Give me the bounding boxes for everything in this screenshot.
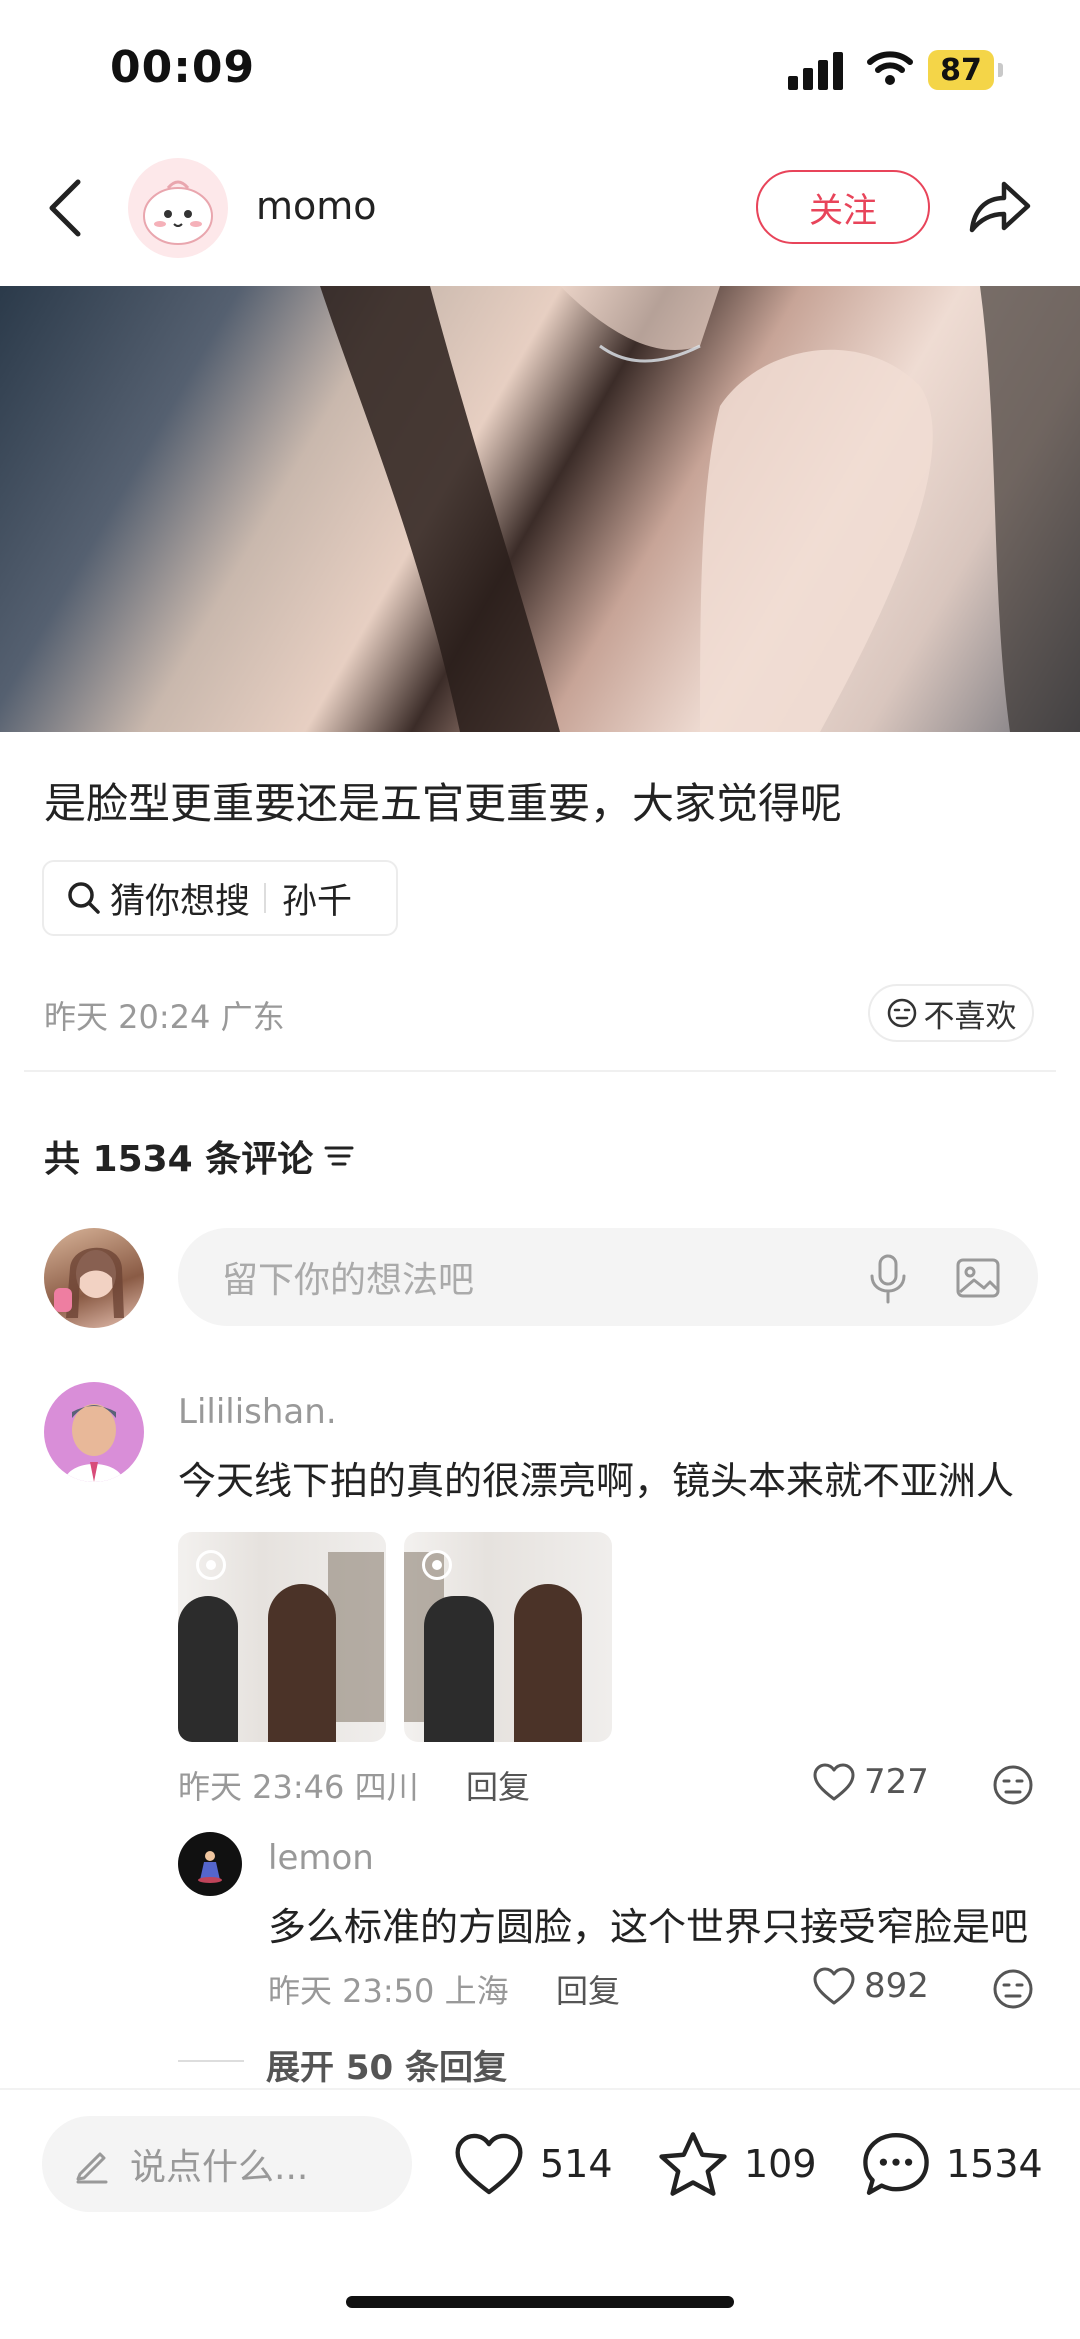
- sort-filter-icon[interactable]: [323, 1142, 355, 1170]
- dislike-button[interactable]: 不喜欢: [868, 984, 1034, 1042]
- suggested-search-chip[interactable]: 猜你想搜 孙千: [42, 860, 398, 936]
- reply-like-count: 892: [864, 1966, 929, 2006]
- reply-text: 多么标准的方圆脸，这个世界只接受窄脸是吧: [268, 1905, 1029, 1949]
- comment-image-thumbnail[interactable]: [404, 1532, 612, 1742]
- dislike-face-icon[interactable]: [992, 1764, 1034, 1806]
- replier-avatar[interactable]: [178, 1832, 242, 1896]
- heart-icon: [813, 1763, 855, 1801]
- heart-icon: [455, 2133, 523, 2195]
- image-icon[interactable]: [954, 1254, 1002, 1302]
- expand-divider: [178, 2060, 244, 2062]
- pencil-icon: [76, 2152, 108, 2184]
- status-time: 00:09: [110, 42, 256, 93]
- author-avatar[interactable]: [128, 158, 228, 258]
- home-indicator: [346, 2296, 734, 2308]
- neutral-face-icon: [887, 998, 916, 1028]
- follow-button[interactable]: 关注: [756, 170, 930, 244]
- favorite-button[interactable]: 109: [656, 2122, 817, 2206]
- live-photo-icon: [422, 1550, 452, 1580]
- comment-like-button[interactable]: 727: [812, 1762, 929, 1802]
- search-icon: [68, 882, 100, 914]
- comment-like-count: 727: [864, 1762, 929, 1802]
- like-button[interactable]: 514: [452, 2122, 613, 2206]
- commenter-name[interactable]: Lililishan.: [178, 1392, 337, 1432]
- wifi-icon: [867, 51, 913, 85]
- post-timestamp-location: 昨天 20:24 广东: [44, 998, 285, 1036]
- replier-name[interactable]: lemon: [268, 1838, 374, 1878]
- author-name[interactable]: momo: [256, 184, 377, 228]
- comment-image-thumbnail[interactable]: [178, 1532, 386, 1742]
- star-icon: [659, 2132, 727, 2196]
- say-something-placeholder: 说点什么...: [130, 2147, 309, 2188]
- cellular-signal-icon: [788, 50, 844, 90]
- comment-text: 今天线下拍的真的很漂亮啊，镜头本来就不亚洲人: [178, 1459, 1015, 1503]
- heart-icon: [813, 1967, 855, 2005]
- expand-replies-button[interactable]: 展开 50 条回复: [266, 2040, 507, 2089]
- comment-count: 1534: [946, 2142, 1043, 2186]
- favorite-count: 109: [744, 2142, 817, 2186]
- comments-button[interactable]: 1534: [860, 2122, 1043, 2206]
- comment-timestamp-location: 昨天 23:46 四川: [178, 1768, 419, 1806]
- commenter-avatar[interactable]: [44, 1382, 144, 1482]
- reply-like-button[interactable]: 892: [812, 1966, 929, 2006]
- divider: [24, 1070, 1056, 1072]
- reply-button[interactable]: 回复: [556, 1966, 620, 2012]
- post-image[interactable]: [0, 286, 1080, 732]
- dislike-face-icon[interactable]: [992, 1968, 1034, 2010]
- reply-timestamp-location: 昨天 23:50 上海: [268, 1972, 509, 2010]
- back-arrow-icon[interactable]: [44, 176, 88, 240]
- post-title: 是脸型更重要还是五官更重要，大家觉得呢: [44, 779, 843, 828]
- search-chip-term: 孙千: [282, 881, 353, 922]
- battery-level: 87: [928, 50, 994, 90]
- battery-indicator: 87: [928, 50, 1004, 90]
- reply-button[interactable]: 回复: [466, 1762, 530, 1808]
- comment-count-header[interactable]: 共 1534 条评论: [44, 1130, 355, 1182]
- like-count: 514: [540, 2142, 613, 2186]
- dislike-label: 不喜欢: [923, 998, 1017, 1035]
- share-icon[interactable]: [964, 174, 1034, 238]
- chat-bubble-icon: [863, 2133, 929, 2195]
- my-avatar[interactable]: [44, 1228, 144, 1328]
- say-something-input[interactable]: 说点什么...: [42, 2116, 412, 2212]
- search-chip-label: 猜你想搜: [110, 881, 251, 922]
- comment-count-text: 共 1534 条评论: [44, 1139, 314, 1180]
- microphone-icon[interactable]: [864, 1252, 912, 1304]
- live-photo-icon: [196, 1550, 226, 1580]
